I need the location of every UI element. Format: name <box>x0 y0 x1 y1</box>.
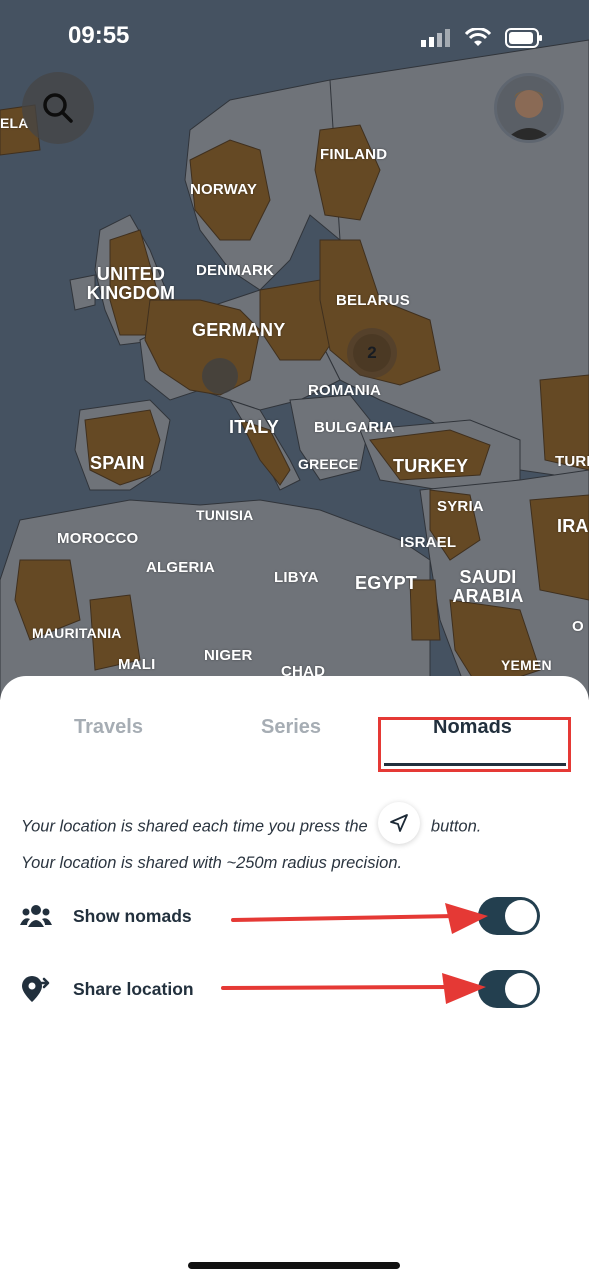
country-label: MAURITANIA <box>32 625 122 641</box>
info-line2: Your location is shared with ~250m radiu… <box>21 854 403 872</box>
location-info-text: Your location is shared each time you pr… <box>21 802 581 879</box>
status-icons <box>421 28 543 48</box>
annotation-highlight-box <box>378 717 571 772</box>
country-label: TURK <box>555 453 589 470</box>
navigation-arrow-icon <box>390 814 409 832</box>
status-time: 09:55 <box>68 22 130 49</box>
users-icon <box>18 898 54 934</box>
country-label: IRA <box>557 516 589 536</box>
country-label: MALI <box>118 656 156 673</box>
toggle-knob <box>505 973 537 1005</box>
info-line1-after: button. <box>430 817 482 836</box>
cellular-signal-icon <box>421 29 450 47</box>
locate-button[interactable] <box>378 802 421 844</box>
country-label: NIGER <box>204 647 253 664</box>
country-label: ISRAEL <box>400 534 457 551</box>
share-location-icon <box>18 971 54 1007</box>
country-label: ALGERIA <box>146 559 215 576</box>
share-location-label: Share location <box>73 978 194 999</box>
country-label: FINLAND <box>320 146 388 163</box>
battery-icon <box>505 28 542 48</box>
country-label: YEMEN <box>501 657 552 673</box>
wifi-icon <box>465 28 491 46</box>
country-label: TUNISIA <box>196 507 254 523</box>
country-label: O <box>572 618 584 635</box>
country-label: ITALY <box>229 417 280 437</box>
country-label: EGYPT <box>355 573 418 593</box>
annotation-arrow <box>221 973 486 1004</box>
country-label: TURKEY <box>393 456 469 476</box>
tab-series[interactable]: Series <box>261 716 321 739</box>
toggle-knob <box>505 900 537 932</box>
country-label: BULGARIA <box>314 419 395 436</box>
search-button[interactable] <box>22 72 94 144</box>
country-label: BELARUS <box>336 292 410 309</box>
show-nomads-label: Show nomads <box>73 905 192 926</box>
country-label: MOROCCO <box>57 530 139 547</box>
country-label: SYRIA <box>437 498 484 515</box>
country-label: LIBYA <box>274 569 319 586</box>
country-label: GREECE <box>298 456 359 472</box>
info-line1-before: Your location is shared each time you pr… <box>21 817 368 836</box>
country-label: UNITED KINGDOM <box>86 264 176 303</box>
profile-avatar[interactable] <box>494 73 564 143</box>
country-label: NORWAY <box>190 181 258 198</box>
country-label: GERMANY <box>192 320 286 340</box>
nomads-sheet: Travels Series Nomads Your location is s… <box>0 676 589 1280</box>
home-indicator <box>188 1262 400 1269</box>
country-label: SPAIN <box>90 453 145 473</box>
map[interactable]: 2 ELA FINLAND NORWAY UNITED KINGDOM DENM… <box>0 0 589 700</box>
tab-travels[interactable]: Travels <box>74 716 143 739</box>
country-label: ROMANIA <box>308 382 382 399</box>
annotation-arrow <box>231 903 488 934</box>
avatar-image <box>497 76 561 140</box>
country-label: SAUDI ARABIA <box>452 567 524 606</box>
search-icon <box>43 93 73 123</box>
country-label: DENMARK <box>196 262 275 279</box>
